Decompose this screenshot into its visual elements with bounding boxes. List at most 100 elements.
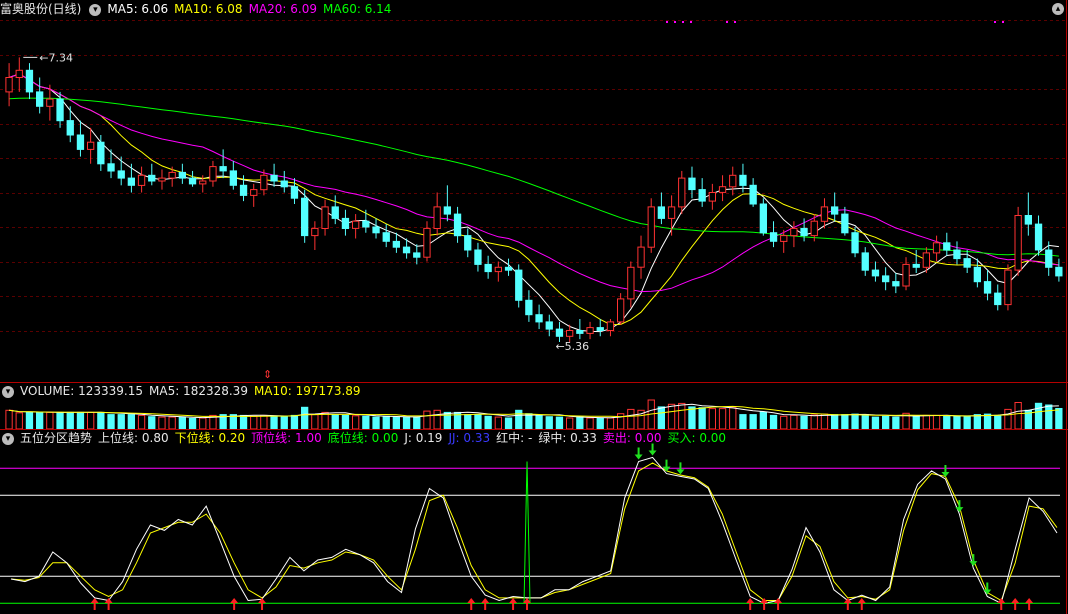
volume-bar: [606, 417, 615, 430]
candle-down: [56, 98, 64, 122]
candle-up: [5, 77, 13, 93]
candle-down: [861, 252, 869, 271]
volume-bar: [729, 407, 737, 430]
volume-bar: [698, 407, 706, 430]
candle-down: [270, 174, 278, 182]
ma60-line: [9, 97, 1059, 257]
volume-bar: [392, 416, 401, 430]
price-annotations: ←7.34 ←5.36 ⇕: [23, 21, 1004, 381]
top-signal-marker: [666, 21, 668, 23]
candle-down: [545, 321, 553, 330]
candle-down: [525, 299, 533, 316]
volume-bar: [790, 414, 798, 430]
buy-arrow-icon: [481, 598, 490, 610]
candle-up: [1004, 269, 1012, 306]
volume-bar: [576, 416, 584, 430]
candle-down: [688, 177, 696, 191]
volume-bar: [657, 406, 666, 430]
candle-up: [15, 69, 23, 79]
candle-down: [402, 246, 411, 254]
candle-up: [311, 227, 319, 237]
volume-settings-icon[interactable]: ▾: [2, 385, 14, 398]
candle-down: [66, 120, 74, 136]
volume-bar: [87, 411, 95, 430]
candlesticks[interactable]: [5, 57, 1063, 342]
ma20-label: MA20: 6.09: [248, 2, 317, 16]
indicator-title: 五位分区趋势: [20, 431, 93, 445]
volume-bar: [515, 409, 523, 430]
stock-chart-canvas: ←7.34 ←5.36 ⇕: [0, 0, 1068, 614]
volume-bar: [831, 414, 839, 430]
volume-bar: [158, 416, 166, 430]
candle-up: [718, 186, 727, 193]
volume-bar: [882, 415, 890, 430]
buy-arrow-icon: [1011, 598, 1020, 610]
volume-bar: [718, 408, 727, 430]
candle-up: [647, 206, 655, 248]
candle-up: [46, 98, 54, 107]
candle-up: [678, 177, 686, 208]
candle-down: [769, 232, 778, 242]
volume-bar: [963, 415, 971, 430]
candle-up: [637, 246, 645, 268]
volume-bar: [678, 402, 686, 430]
candle-down: [912, 263, 920, 268]
volume-ma5-label: MA5: 182328.39: [149, 384, 248, 398]
volume-ma10-label: MA10: 197173.89: [253, 384, 361, 398]
candle-up: [617, 298, 625, 323]
volume-bar: [994, 414, 1002, 430]
volume-bar: [1034, 402, 1043, 430]
ma10-line: [8, 73, 1059, 326]
volume-bar: [413, 416, 421, 430]
candle-up: [423, 227, 431, 258]
volume-bar: [841, 414, 849, 430]
volume-bar: [504, 417, 513, 430]
jj-line: [10, 462, 1058, 602]
candle-down: [341, 217, 350, 229]
volume-bar: [1004, 408, 1012, 430]
price-moving-averages: [8, 73, 1059, 333]
volume-bar: [301, 406, 309, 430]
candle-up: [729, 174, 737, 188]
volume-bar: [25, 411, 34, 430]
volume-bar: [525, 413, 533, 430]
top-signal-marker: [994, 21, 996, 23]
volume-bar: [56, 411, 64, 430]
upper-line-label: 上位线: 0.80: [98, 431, 169, 445]
top-signal-marker: [726, 21, 728, 23]
candle-down: [484, 263, 492, 273]
buy-label: 买入: 0.00: [667, 431, 727, 445]
indicator-settings-icon[interactable]: ▾: [2, 432, 14, 445]
maximize-icon[interactable]: ▴: [1052, 3, 1064, 15]
volume-bar: [372, 416, 380, 430]
volume-bar: [1055, 408, 1063, 430]
candle-down: [739, 174, 747, 186]
candle-down: [831, 206, 839, 215]
top-signal-marker: [1002, 21, 1004, 23]
volume-bar: [341, 414, 350, 430]
volume-moving-averages: [9, 403, 1059, 419]
volume-bar: [1014, 402, 1022, 430]
top-signal-marker: [690, 21, 692, 23]
candle-down: [504, 266, 513, 271]
candle-down: [148, 174, 156, 182]
volume-bar: [311, 414, 319, 430]
candle-up: [260, 174, 268, 191]
volume-bar: [871, 416, 880, 430]
green-spike-line: [523, 461, 531, 604]
candle-up: [780, 235, 788, 242]
candle-up: [627, 266, 635, 300]
candle-down: [219, 166, 227, 172]
volume-bar: [922, 414, 931, 430]
low-label: ←5.36: [555, 340, 589, 353]
high-label: ←7.34: [39, 51, 73, 64]
j-line: [10, 456, 1058, 605]
candle-up: [708, 192, 717, 202]
settings-icon[interactable]: ▾: [89, 3, 102, 16]
candle-up: [168, 171, 176, 179]
volume-bar: [290, 414, 299, 430]
volume-bar: [912, 415, 920, 430]
candle-down: [1034, 223, 1043, 251]
volume-bar: [769, 414, 778, 430]
volume-bar: [402, 416, 411, 430]
